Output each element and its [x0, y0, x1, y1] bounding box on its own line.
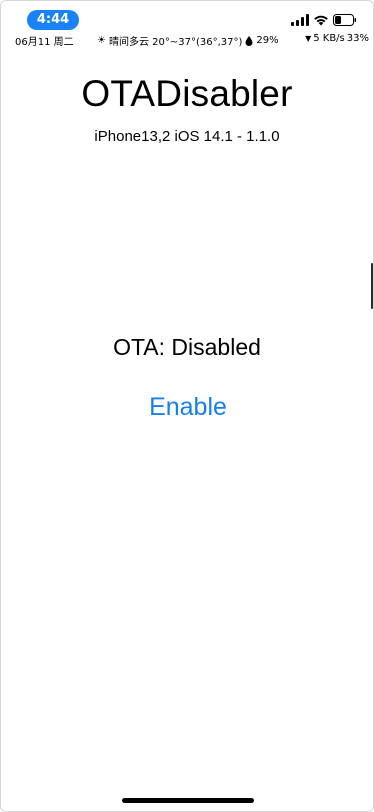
ota-status-label: OTA: Disabled — [113, 334, 261, 360]
phone-screen: 4:44 06月11 周二 ☀ 晴间多云 20°~37°(36°,37°) 29… — [0, 0, 374, 812]
signal-icon — [291, 14, 309, 26]
device-info: iPhone13,2 iOS 14.1 - 1.1.0 — [94, 128, 280, 145]
wifi-icon — [313, 14, 329, 26]
sun-icon: ☀ — [97, 34, 106, 46]
status-info-row: 06月11 周二 ☀ 晴间多云 20°~37°(36°,37°) 29% ▼ 5… — [1, 33, 373, 49]
humidity-text: 29% — [256, 35, 279, 46]
status-date: 06月11 周二 — [15, 37, 74, 48]
network-info: ▼ 5 KB/s 33% — [305, 33, 369, 44]
drop-icon — [245, 35, 253, 46]
home-indicator[interactable] — [122, 798, 254, 803]
side-button — [371, 263, 373, 309]
status-time[interactable]: 4:44 — [27, 10, 79, 30]
weather-info: ☀ 晴间多云 20°~37°(36°,37°) 29% — [97, 33, 279, 48]
status-icons — [291, 12, 357, 28]
enable-button[interactable]: Enable — [113, 389, 263, 425]
battery-percent: 33% — [346, 33, 369, 44]
weather-text: 晴间多云 20°~37°(36°,37°) — [108, 37, 243, 48]
page-title: OTADisabler — [81, 73, 293, 114]
network-speed: 5 KB/s — [313, 33, 345, 44]
battery-icon — [333, 14, 357, 26]
down-arrow-icon: ▼ — [305, 34, 312, 43]
